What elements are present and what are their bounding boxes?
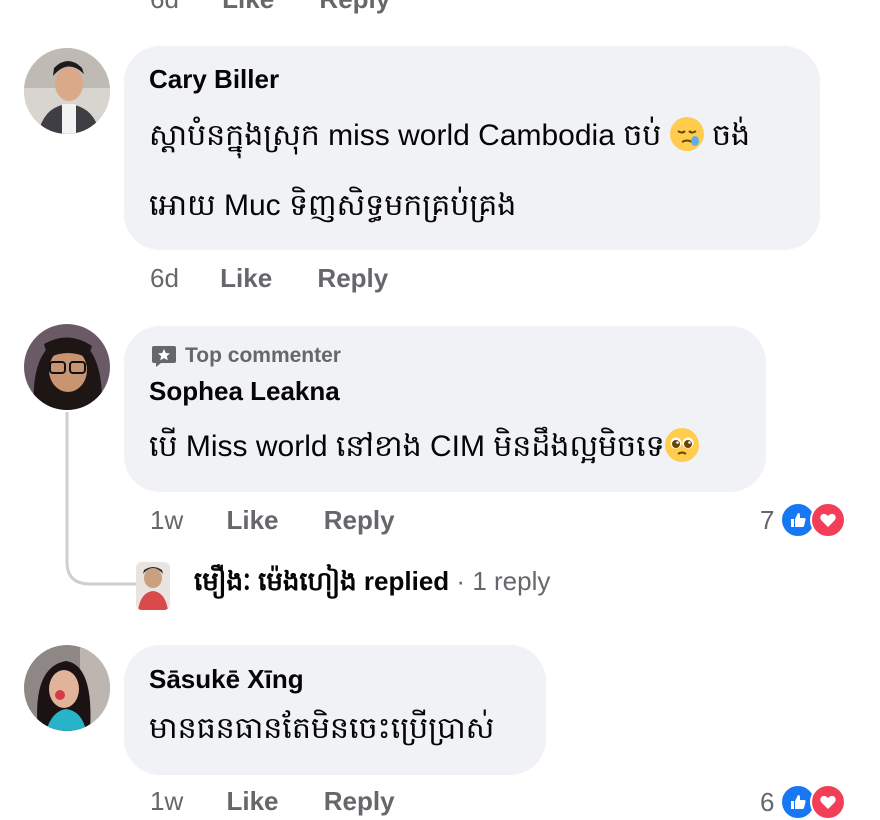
comment-author[interactable]: Cary Biller <box>149 64 279 95</box>
reply-link[interactable]: Reply <box>324 786 395 816</box>
pleading-emoji-icon <box>664 428 699 462</box>
comment-time: 6d <box>150 0 179 14</box>
sleepy-emoji-icon <box>669 117 704 151</box>
avatar[interactable] <box>24 48 110 134</box>
comment-actions: 6d Like Reply <box>150 263 388 294</box>
reaction-summary[interactable]: 7 <box>760 502 847 538</box>
avatar[interactable] <box>24 645 110 731</box>
comment-author[interactable]: Sophea Leakna <box>149 376 340 407</box>
reaction-summary[interactable]: 6 <box>760 784 847 820</box>
comment-text-line: បើ Miss world នៅខាង CIM មិនដឹងល្អមិចទេ <box>149 412 699 482</box>
comment-time[interactable]: 6d <box>150 263 179 293</box>
comment-text-line: ស្តាបំនក្នុងស្រុក miss world Cambodia ចប… <box>149 101 750 171</box>
reply-link[interactable]: Reply <box>319 0 390 14</box>
comment-actions: 1w Like Reply <box>150 505 395 536</box>
like-link[interactable]: Like <box>226 786 278 816</box>
comment-author[interactable]: Sāsukē Xīng <box>149 664 304 695</box>
comment-time[interactable]: 1w <box>150 786 183 816</box>
comment-text: មានធនធានតែមិនចេះប្រើប្រាស់ <box>149 712 495 745</box>
top-commenter-badge: Top commenter <box>151 344 341 368</box>
badge-label: Top commenter <box>185 344 341 367</box>
comment-actions: 1w Like Reply <box>150 786 395 817</box>
replies-link[interactable]: មឿងៈ ម៉េងហៀង replied · 1 reply <box>194 565 550 603</box>
reply-link[interactable]: Reply <box>324 505 395 535</box>
top-actions-row: 6d Like Reply <box>150 0 390 15</box>
like-link[interactable]: Like <box>226 505 278 535</box>
like-link[interactable]: Like <box>222 0 274 14</box>
love-reaction-icon <box>810 784 847 820</box>
comment-text: ស្តាបំនក្នុងស្រុក miss world Cambodia ចប… <box>149 119 662 152</box>
reaction-count: 6 <box>760 786 775 817</box>
reaction-count: 7 <box>760 504 775 535</box>
reply-link[interactable]: Reply <box>317 263 388 293</box>
replied-verb: replied <box>363 566 450 596</box>
reply-count: 1 reply <box>472 566 551 596</box>
avatar[interactable] <box>136 562 170 610</box>
separator-dot: · <box>456 566 466 596</box>
star-badge-icon <box>151 344 177 368</box>
love-reaction-icon <box>810 502 847 538</box>
comment-text: ចង់ <box>712 119 751 152</box>
avatar[interactable] <box>24 324 110 410</box>
comment-text: អោយ Muc ទិញសិទ្ធមកគ្រប់គ្រង <box>149 189 517 222</box>
replier-name: មឿងៈ ម៉េងហៀង <box>194 566 357 596</box>
comment-text: បើ Miss world នៅខាង CIM មិនដឹងល្អមិចទេ <box>149 430 665 463</box>
like-link[interactable]: Like <box>220 263 272 293</box>
comment-time[interactable]: 1w <box>150 505 183 535</box>
